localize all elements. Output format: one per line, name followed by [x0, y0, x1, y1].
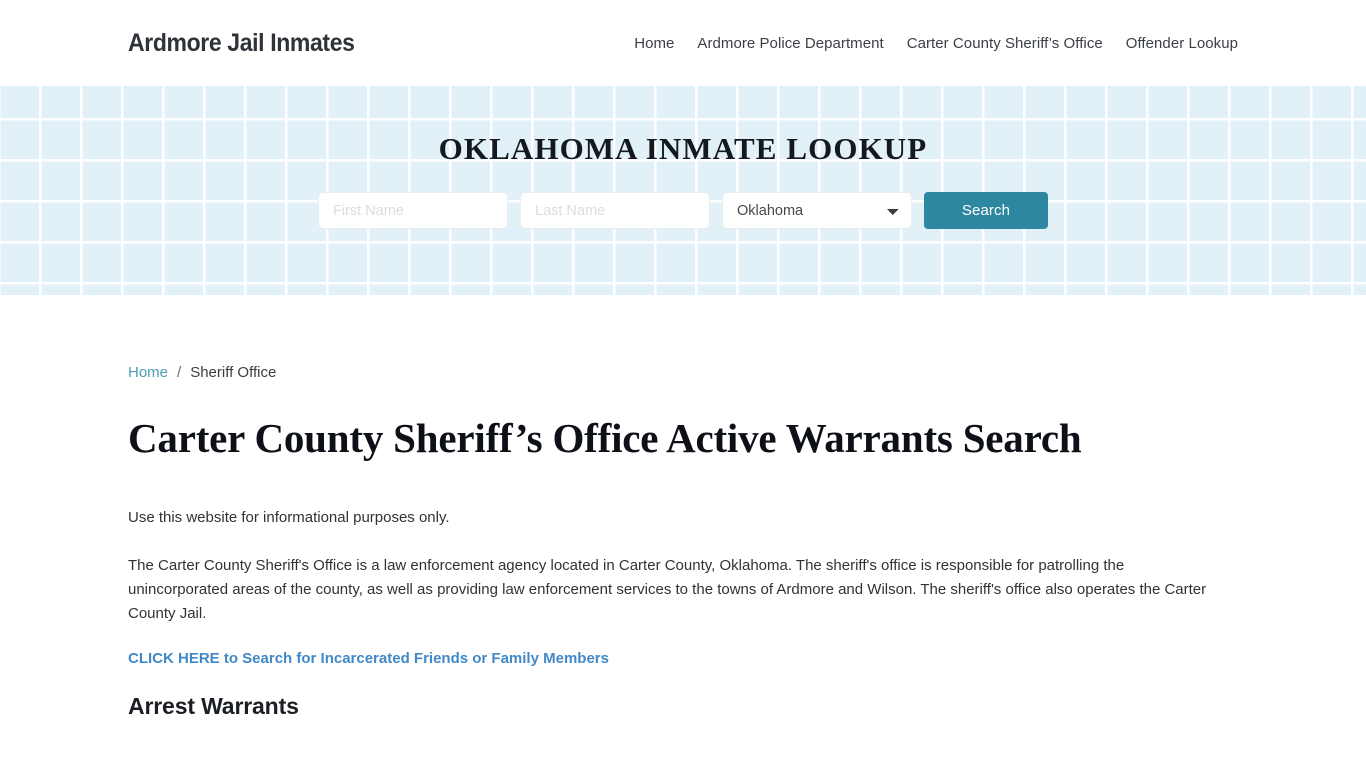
hero-section: OKLAHOMA INMATE LOOKUP Oklahoma Search: [0, 86, 1366, 295]
breadcrumb-current: Sheriff Office: [190, 364, 277, 381]
nav-item-carter-county-sheriffs-office[interactable]: Carter County Sheriff’s Office: [907, 35, 1103, 52]
site-header: Ardmore Jail Inmates Home Ardmore Police…: [0, 0, 1366, 86]
hero-content: OKLAHOMA INMATE LOOKUP Oklahoma Search: [0, 86, 1366, 295]
section-heading-arrest-warrants: Arrest Warrants: [128, 693, 299, 719]
breadcrumb-link-home[interactable]: Home: [128, 364, 168, 381]
site-logo[interactable]: Ardmore Jail Inmates: [128, 29, 355, 58]
first-name-input[interactable]: [318, 192, 508, 229]
breadcrumb-separator: /: [177, 364, 182, 381]
description-paragraph: The Carter County Sheriff's Office is a …: [128, 557, 1207, 622]
breadcrumb: Home / Sheriff Office: [128, 364, 1238, 381]
nav-item-offender-lookup[interactable]: Offender Lookup: [1126, 35, 1238, 52]
hero-title: OKLAHOMA INMATE LOOKUP: [438, 131, 928, 166]
main-navigation: Home Ardmore Police Department Carter Co…: [634, 35, 1238, 52]
nav-item-home[interactable]: Home: [634, 35, 674, 52]
inmate-search-form: Oklahoma Search: [318, 192, 1048, 229]
page-title: Carter County Sheriff’s Office Active Wa…: [128, 415, 1082, 461]
incarcerated-search-link[interactable]: CLICK HERE to Search for Incarcerated Fr…: [128, 650, 609, 667]
last-name-input[interactable]: [520, 192, 710, 229]
main-content: Home / Sheriff Office Carter County Sher…: [0, 295, 1366, 720]
state-select[interactable]: Oklahoma: [722, 192, 912, 229]
intro-paragraph: Use this website for informational purpo…: [128, 509, 450, 526]
nav-item-ardmore-police-department[interactable]: Ardmore Police Department: [697, 35, 883, 52]
search-button[interactable]: Search: [924, 192, 1048, 229]
